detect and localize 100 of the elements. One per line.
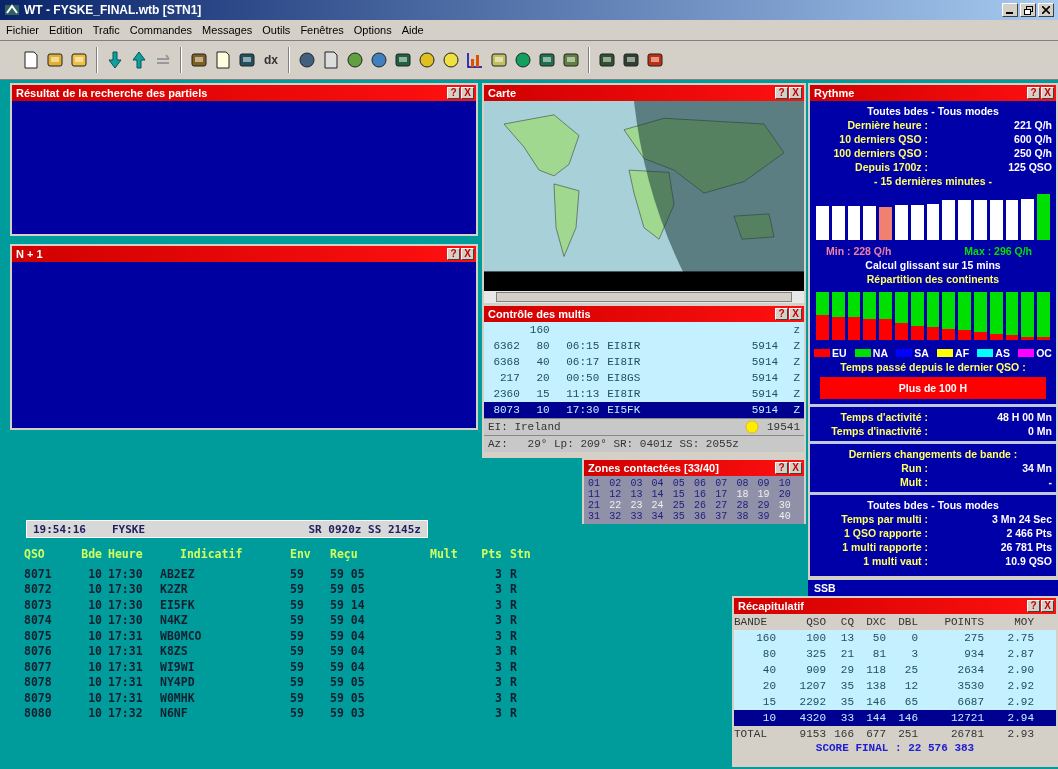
panel-button[interactable]: ? — [775, 308, 788, 320]
menu-item[interactable]: Aide — [401, 24, 424, 36]
zone-number: 33 — [630, 511, 644, 522]
dx-button[interactable]: dx — [262, 53, 280, 67]
mode-label: SSB — [814, 582, 836, 594]
menu-item[interactable]: Fichier — [6, 24, 39, 36]
log-cell-text: 59 04 — [330, 613, 366, 628]
zone-number: 26 — [694, 500, 707, 511]
section-heading: Temps passé depuis le dernier QSO : — [839, 360, 1027, 374]
zone-number: 03 — [630, 478, 644, 489]
restore-button[interactable] — [1020, 3, 1036, 17]
minimize-button[interactable] — [1002, 3, 1018, 17]
horizontal-scrollbar[interactable] — [484, 291, 804, 303]
log-cell-text: 59 — [290, 582, 305, 597]
multiplier-row[interactable]: 6368 40 06:17 EI8IR 5914 Z — [484, 354, 804, 370]
stat-label: Mult : — [899, 475, 928, 489]
panel-button[interactable]: X — [461, 87, 474, 99]
menu-item[interactable]: Messages — [202, 24, 253, 36]
log-cell-text: 17:30 — [108, 582, 144, 597]
panel-title: Récapitulatif — [738, 600, 804, 612]
multiplier-row[interactable]: 6362 80 06:15 EI8IR 5914 Z — [484, 338, 804, 354]
menu-item[interactable]: Edition — [49, 24, 83, 36]
log-cell-text: NY4PD — [160, 675, 196, 690]
menu-item[interactable]: Trafic — [92, 24, 120, 36]
log-cell-text: WI9WI — [160, 659, 196, 674]
multiplier-row[interactable]: 2360 15 11:13 EI8IR 5914 Z — [484, 386, 804, 402]
panel-button[interactable]: X — [1041, 87, 1054, 99]
zone-number: 19 — [757, 489, 771, 500]
panel-button[interactable]: X — [789, 462, 802, 474]
panel-title: Zones contactées [33/40] — [588, 462, 719, 474]
column-header: Stn — [510, 547, 532, 561]
column-header: Reçu — [330, 547, 359, 561]
stat-label: 100 derniers QSO : — [832, 146, 928, 160]
panel-button[interactable]: X — [461, 248, 474, 260]
log-cell-text: 10 — [87, 675, 102, 690]
min-rate-text: Min : 228 Q/h — [826, 244, 892, 258]
log-cell-text: W0MHK — [160, 690, 196, 705]
panel-button[interactable]: ? — [447, 248, 460, 260]
zone-number: 02 — [609, 478, 623, 489]
section-heading: Répartition des continents — [865, 272, 1001, 286]
zone-number: 38 — [736, 511, 750, 522]
log-cell-text: 59 — [290, 566, 305, 581]
menu-item[interactable]: Outils — [262, 24, 291, 36]
log-cell-text: 59 04 — [330, 628, 366, 643]
close-button[interactable] — [1038, 3, 1054, 17]
log-cell-text: R — [510, 690, 518, 705]
stat-value: 600 Q/h — [1013, 132, 1052, 146]
panel-button[interactable]: X — [789, 87, 802, 99]
arrow-up-icon[interactable] — [130, 51, 148, 69]
zone-number: 15 — [672, 489, 686, 500]
zone-number: 07 — [715, 478, 729, 489]
arrow-down-icon[interactable] — [106, 51, 124, 69]
panel-title: Rythme — [814, 87, 855, 99]
stat-label: 1 multi vaut : — [862, 554, 928, 568]
log-cell-text: 59 14 — [330, 597, 366, 612]
zone-number: 29 — [757, 500, 771, 511]
zone-number: 31 — [588, 511, 601, 522]
panel-button[interactable]: ? — [1027, 87, 1040, 99]
zone-number: 27 — [715, 500, 729, 511]
log-cell-text: 3 — [494, 597, 502, 612]
stat-label: Run : — [900, 461, 928, 475]
panel-button[interactable]: ? — [1027, 600, 1040, 612]
panel-title: Résultat de la recherche des partiels — [16, 87, 208, 99]
chart-icon[interactable] — [466, 51, 484, 69]
stat-value: 2 466 Pts — [1005, 526, 1052, 540]
panel-button[interactable]: X — [1041, 600, 1054, 612]
menu-item[interactable]: Commandes — [129, 24, 193, 36]
multiplier-row[interactable]: 160 z — [484, 322, 804, 338]
calculation-note: Calcul glissant sur 15 mins — [864, 258, 1002, 272]
station-name: FYSKE — [112, 522, 146, 536]
log-cell-text: 3 — [494, 706, 502, 721]
zone-number: 05 — [672, 478, 686, 489]
log-cell-text: 3 — [494, 566, 502, 581]
log-cell-text: 59 — [290, 613, 305, 628]
band-row[interactable]: 10 4320 33 144 146 12721 2.94 — [734, 710, 1056, 726]
panel-button[interactable]: X — [789, 308, 802, 320]
legend-label: AS — [995, 346, 1010, 360]
zone-number: 24 — [651, 500, 665, 511]
multiplier-row[interactable]: 217 20 00:50 EI8GS 5914 Z — [484, 370, 804, 386]
zone-number: 11 — [588, 489, 601, 500]
zone-number: 10 — [778, 478, 792, 489]
note-icon[interactable] — [214, 51, 232, 69]
menu-item[interactable]: Options — [353, 24, 392, 36]
menu-item[interactable]: Fenêtres — [300, 24, 344, 36]
zone-number: 22 — [609, 500, 623, 511]
log-cell-text: R — [510, 597, 518, 612]
panel-button[interactable]: ? — [775, 87, 788, 99]
log-cell-text: 8073 — [24, 597, 53, 612]
log-cell-text: 8074 — [24, 613, 53, 628]
panel-button[interactable]: ? — [447, 87, 460, 99]
panel-button[interactable]: ? — [775, 462, 788, 474]
log-cell-text: R — [510, 628, 518, 643]
log-cell-text: 8079 — [24, 690, 53, 705]
log-cell-text: 17:31 — [108, 659, 144, 674]
column-header: Pts — [480, 547, 502, 561]
multiplier-row[interactable]: 8073 10 17:30 EI5FK 5914 Z — [484, 402, 804, 418]
document-icon[interactable] — [22, 51, 40, 69]
total-row: TOTAL 9153 166 677 251 26781 2.93 — [734, 726, 1056, 742]
log-cell-text: 59 — [290, 706, 305, 721]
log-cell-text: 3 — [494, 690, 502, 705]
